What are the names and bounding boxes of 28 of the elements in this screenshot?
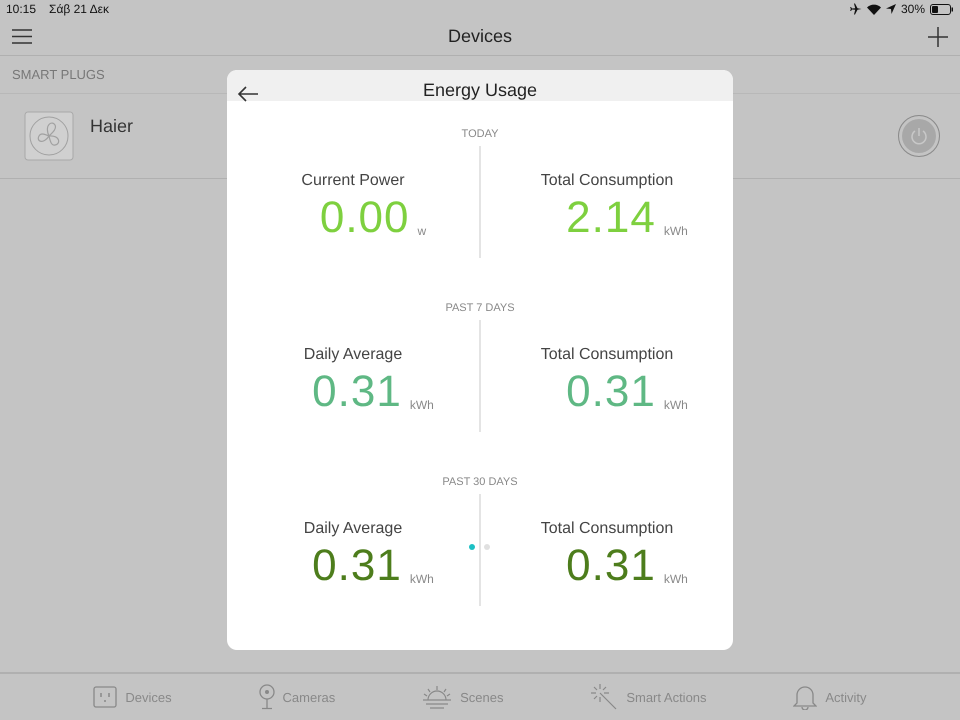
stat-unit: w xyxy=(417,224,426,238)
stat-value: 0.31 xyxy=(566,542,656,590)
battery-percent: 30% xyxy=(900,2,925,16)
dialog-title: Energy Usage xyxy=(422,80,538,101)
stat-label: Daily Average xyxy=(304,346,402,364)
status-date: Σάβ 21 Δεκ xyxy=(49,2,110,16)
stat-label: Daily Average xyxy=(304,520,402,538)
stat-unit: kWh xyxy=(664,572,688,586)
page-title: Devices xyxy=(448,26,512,47)
stat-value: 0.00 xyxy=(320,194,410,242)
stat-value: 0.31 xyxy=(566,368,656,416)
status-time: 10:15 xyxy=(6,2,36,16)
stat-label: Total Consumption xyxy=(540,520,674,538)
stat-unit: kWh xyxy=(410,572,434,586)
stat-unit: kWh xyxy=(410,398,434,412)
section-title: SMART PLUGS xyxy=(12,67,105,82)
stat-value: 0.31 xyxy=(312,542,402,590)
stat-label: Total Consumption xyxy=(540,172,674,190)
stat-value: 2.14 xyxy=(566,194,656,242)
stat-label: Current Power xyxy=(301,172,405,190)
period-heading: PAST 30 DAYS xyxy=(442,476,518,490)
period-heading: TODAY xyxy=(462,128,498,142)
period-heading: PAST 7 DAYS xyxy=(445,302,515,316)
stat-value: 0.31 xyxy=(312,368,402,416)
stat-unit: kWh xyxy=(664,398,688,412)
stat-label: Total Consumption xyxy=(540,346,674,364)
device-name: Haier xyxy=(90,116,134,137)
stat-unit: kWh xyxy=(664,224,688,238)
